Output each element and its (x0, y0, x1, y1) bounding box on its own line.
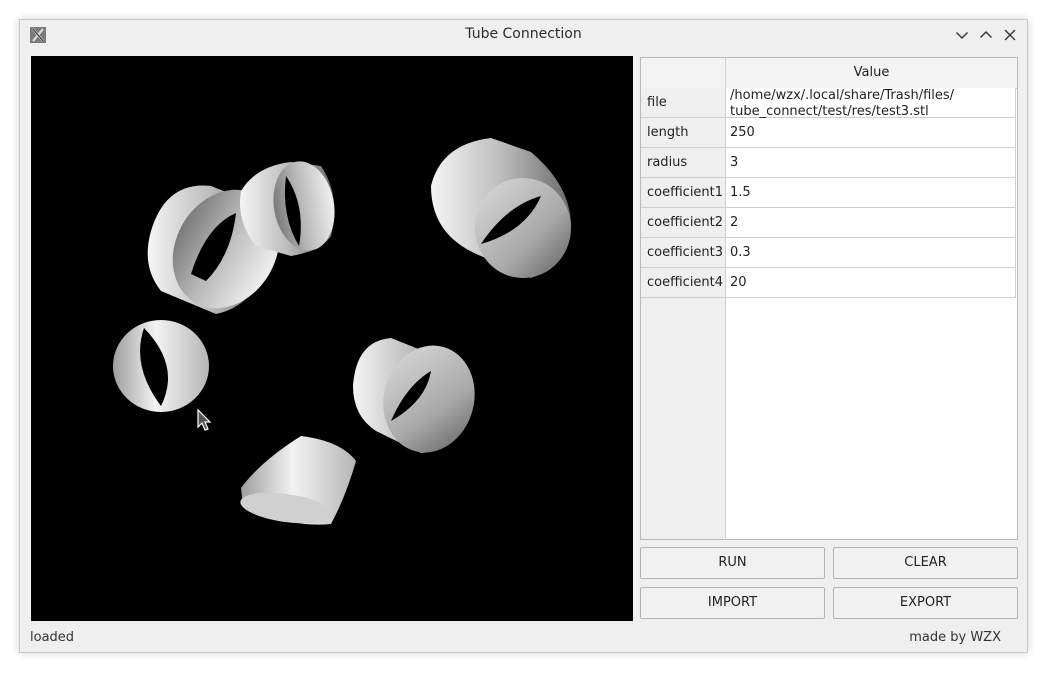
tube-mesh-4 (113, 320, 209, 412)
table-row[interactable]: file /home/wzx/.local/share/Trash/files/… (641, 88, 1017, 119)
tube-mesh-3 (431, 138, 571, 278)
table-row[interactable]: length 250 (641, 118, 1017, 148)
close-button[interactable] (1000, 25, 1020, 45)
file-value-field[interactable]: /home/wzx/.local/share/Trash/files/ tube… (726, 88, 1016, 119)
clear-button[interactable]: CLEAR (833, 547, 1018, 579)
coefficient2-value-field[interactable]: 2 (726, 208, 1016, 238)
length-value-field[interactable]: 250 (726, 118, 1016, 148)
row-key-coefficient2: coefficient2 (641, 208, 725, 238)
author-credit: made by WZX (909, 630, 1001, 645)
coefficient4-value-field[interactable]: 20 (726, 268, 1016, 298)
table-row[interactable]: coefficient3 0.3 (641, 238, 1017, 268)
value-column-header: Value (853, 65, 890, 80)
coefficient1-value-field[interactable]: 1.5 (726, 178, 1016, 208)
chevron-up-icon (980, 31, 992, 38)
coefficient3-value-field[interactable]: 0.3 (726, 238, 1016, 268)
status-message: loaded (30, 630, 75, 645)
radius-value-field[interactable]: 3 (726, 148, 1016, 178)
row-key-radius: radius (641, 148, 725, 178)
row-key-file: file (641, 88, 725, 118)
main-window: Tube Connection Value file /home/wzx/.lo… (19, 19, 1028, 653)
close-icon (1004, 29, 1016, 41)
table-corner (641, 58, 726, 88)
run-button[interactable]: RUN (640, 547, 825, 579)
tube-mesh-5 (353, 338, 475, 453)
row-key-coefficient1: coefficient1 (641, 178, 725, 208)
maximize-button[interactable] (976, 25, 996, 45)
table-row[interactable]: coefficient4 20 (641, 268, 1017, 298)
table-header: Value (641, 58, 1017, 89)
title-bar[interactable]: Tube Connection (20, 20, 1027, 50)
window-title: Tube Connection (465, 26, 582, 42)
row-key-coefficient4: coefficient4 (641, 268, 725, 298)
export-button[interactable]: EXPORT (833, 587, 1018, 619)
mouse-cursor-icon (197, 408, 212, 431)
property-table[interactable]: Value file /home/wzx/.local/share/Trash/… (640, 57, 1018, 540)
chevron-down-icon (956, 32, 968, 39)
import-button[interactable]: IMPORT (640, 587, 825, 619)
row-key-coefficient3: coefficient3 (641, 238, 725, 268)
table-row[interactable]: coefficient1 1.5 (641, 178, 1017, 208)
row-key-length: length (641, 118, 725, 148)
render-viewport[interactable] (31, 56, 633, 621)
table-row[interactable]: radius 3 (641, 148, 1017, 178)
table-row[interactable]: coefficient2 2 (641, 208, 1017, 238)
tube-mesh-2 (240, 161, 335, 256)
minimize-button[interactable] (952, 25, 972, 45)
tube-mesh-6 (240, 436, 356, 525)
